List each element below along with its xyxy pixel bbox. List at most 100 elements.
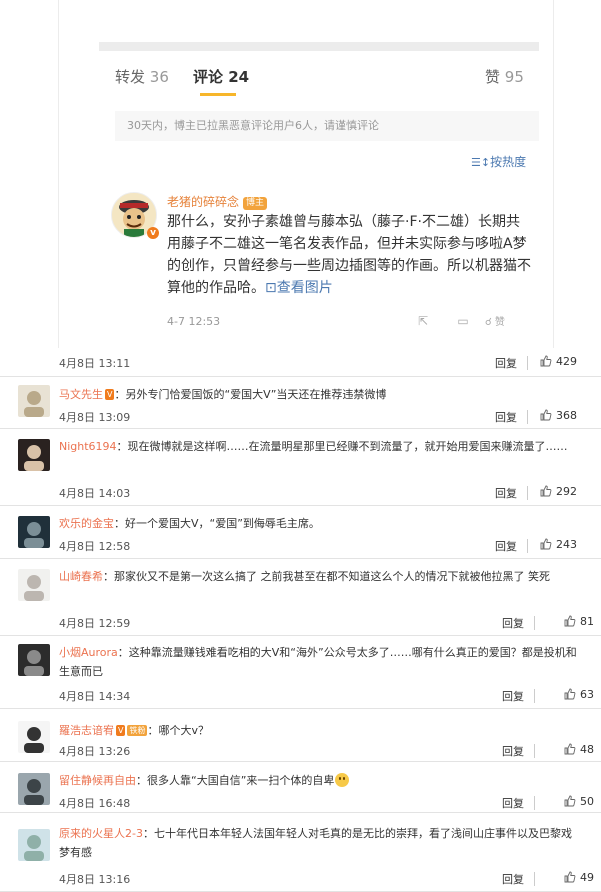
share-icon[interactable]: ⇱ [415, 314, 431, 328]
reply-button[interactable]: 回复 [502, 871, 524, 887]
separator: ： [114, 388, 126, 401]
comment-row: 羅浩志谙宥 V 铁粉 ：哪个大v？ 4月8日 13:26 回复 48 [0, 709, 601, 762]
separator: ： [114, 517, 125, 530]
like-count: 49 [580, 871, 594, 884]
thumb-up-icon [540, 409, 552, 421]
like-button[interactable]: 368 [540, 409, 577, 422]
comment-tabs: 转发 36 评论 24 赞 95 [115, 66, 525, 92]
comment-date: 4月8日 13:26 [59, 745, 131, 758]
commenter-name[interactable]: 羅浩志谙宥 [59, 724, 114, 737]
divider [534, 689, 535, 703]
reply-button[interactable]: 回复 [495, 355, 517, 371]
like-button[interactable]: ☌ 赞 [485, 313, 505, 328]
fan-badge: 铁粉 [127, 725, 148, 736]
comment-content: 羅浩志谙宥 V 铁粉 ：哪个大v？ [59, 721, 581, 740]
comment-row: 4月8日 13:11 回复 429 [0, 348, 601, 377]
commenter-name[interactable]: 山崎春希 [59, 570, 103, 583]
thumb-up-icon [564, 688, 576, 700]
comment-body: 现在微博就是这样啊……在流量明星那里已经赚不到流量了，就开始用爱国来赚流量了…… [127, 440, 568, 453]
like-count: 243 [556, 538, 577, 551]
thumb-up-icon [564, 795, 576, 807]
reply-button[interactable]: 回复 [502, 688, 524, 704]
like-button[interactable]: 63 [564, 688, 594, 701]
comment-date: 4月8日 14:03 [59, 487, 131, 500]
reply-button[interactable]: 回复 [495, 485, 517, 501]
verified-icon: v [147, 227, 159, 239]
comment-content: Night6194：现在微博就是这样啊……在流量明星那里已经赚不到流量了，就开始… [59, 437, 581, 456]
avatar[interactable] [18, 516, 50, 548]
sort-icon: ☰↕ [471, 156, 491, 169]
image-icon: ⊡ [265, 280, 277, 296]
separator: ： [117, 646, 129, 659]
reply-button[interactable]: 回复 [495, 409, 517, 425]
like-button[interactable]: 243 [540, 538, 577, 551]
commenter-name[interactable]: 马文先生 [59, 388, 103, 401]
avatar[interactable] [18, 644, 50, 676]
like-button[interactable]: 49 [564, 871, 594, 884]
reply-button[interactable]: 回复 [502, 795, 524, 811]
comment-row: 山崎春希：那家伙又不是第一次这么搞了 之前我甚至在都不知道这么个人的情况下就被他… [0, 559, 601, 636]
reply-button[interactable]: 回复 [502, 743, 524, 759]
comment-content: 小烟Aurora：这种靠流量赚钱难看吃相的大V和“海外”公众号太多了……哪有什么… [59, 643, 581, 681]
sort-by-popularity[interactable]: ☰↕按热度 [471, 153, 526, 170]
comment-date: 4月8日 14:34 [59, 690, 131, 703]
avatar[interactable] [18, 721, 50, 753]
comment-body: 这种靠流量赚钱难看吃相的大V和“海外”公众号太多了……哪有什么真正的爱国？都是投… [59, 646, 577, 678]
comment-row: 马文先生 V ：另外专门恰爱国饭的“爱国大V”当天还在推荐违禁微博 4月8日 13:0… [0, 376, 601, 429]
thumb-up-icon [540, 538, 552, 550]
comment-date: 4月8日 13:09 [59, 411, 131, 424]
like-button[interactable]: 48 [564, 743, 594, 756]
moderation-notice: 30天内，博主已拉黑恶意评论用户6人，请谨慎评论 [115, 111, 539, 141]
like-button[interactable]: 81 [564, 615, 594, 628]
divider [527, 410, 528, 424]
view-image-link[interactable]: ⊡查看图片 [265, 280, 333, 296]
commenter-name[interactable]: 原来的火星人2-3 [59, 827, 143, 840]
thumb-up-icon [564, 871, 576, 883]
comment-body: 很多人靠“大国自信”来一扫个体的自卑 [147, 774, 335, 787]
avatar[interactable] [18, 439, 50, 471]
divider [534, 744, 535, 758]
commenter-name[interactable]: Night6194 [59, 440, 117, 453]
comment-content: 留住静候再自由：很多人靠“大国自信”来一扫个体的自卑 [59, 771, 581, 790]
comment-content: 山崎春希：那家伙又不是第一次这么搞了 之前我甚至在都不知道这么个人的情况下就被他… [59, 567, 581, 586]
divider [527, 539, 528, 553]
tab-reposts[interactable]: 转发 36 [115, 66, 169, 87]
like-button[interactable]: 429 [540, 355, 577, 368]
comment-date: 4月8日 16:48 [59, 797, 131, 810]
like-count: 48 [580, 743, 594, 756]
comment-author[interactable]: 老猪的碎碎念 博主 [167, 193, 268, 210]
like-button[interactable]: 50 [564, 795, 594, 808]
comment-date: 4月8日 13:16 [59, 873, 131, 886]
comment-row: 原来的火星人2-3：七十年代日本年轻人法国年轻人对毛真的是无比的崇拜，看了浅间山… [0, 813, 601, 892]
comment-body: 另外专门恰爱国饭的“爱国大V”当天还在推荐违禁微博 [125, 388, 387, 401]
divider [534, 872, 535, 886]
like-count: 63 [580, 688, 594, 701]
avatar[interactable] [18, 385, 50, 417]
comment-body: 那家伙又不是第一次这么搞了 之前我甚至在都不知道这么个人的情况下就被他拉黑了 笑… [114, 570, 550, 583]
avatar[interactable] [18, 773, 50, 805]
tab-comments[interactable]: 评论 24 [193, 66, 249, 87]
divider [527, 356, 528, 370]
separator: ： [116, 440, 128, 453]
thumb-up-icon [540, 355, 552, 367]
avatar[interactable] [18, 829, 50, 861]
avatar[interactable] [18, 569, 50, 601]
tab-likes[interactable]: 赞 95 [485, 66, 524, 87]
active-tab-indicator [200, 93, 236, 96]
divider [534, 616, 535, 630]
comment-row: Night6194：现在微博就是这样啊……在流量明星那里已经赚不到流量了，就开始… [0, 429, 601, 506]
blogger-badge: 博主 [243, 197, 268, 210]
thumb-up-icon [564, 743, 576, 755]
divider [527, 486, 528, 500]
like-button[interactable]: 292 [540, 485, 577, 498]
reply-button[interactable]: 回复 [502, 615, 524, 631]
reply-button[interactable]: 回复 [495, 538, 517, 554]
commenter-name[interactable]: 欢乐的金宝 [59, 517, 114, 530]
commenter-name[interactable]: 留住静候再自由 [59, 774, 136, 787]
comment-date: 4月8日 12:59 [59, 617, 131, 630]
comment-icon[interactable]: ▭ [455, 314, 471, 328]
comment-content: 欢乐的金宝：好一个爱国大V，“爱国”到侮辱毛主席。 [59, 514, 581, 533]
commenter-name[interactable]: 小烟Aurora [59, 646, 118, 659]
comment-content: 原来的火星人2-3：七十年代日本年轻人法国年轻人对毛真的是无比的崇拜，看了浅间山… [59, 824, 581, 862]
comment-text: 那什么，安孙子素雄曾与藤本弘（藤子·F·不二雄）长期共用藤子不二雄这一笔名发表作… [167, 214, 531, 296]
